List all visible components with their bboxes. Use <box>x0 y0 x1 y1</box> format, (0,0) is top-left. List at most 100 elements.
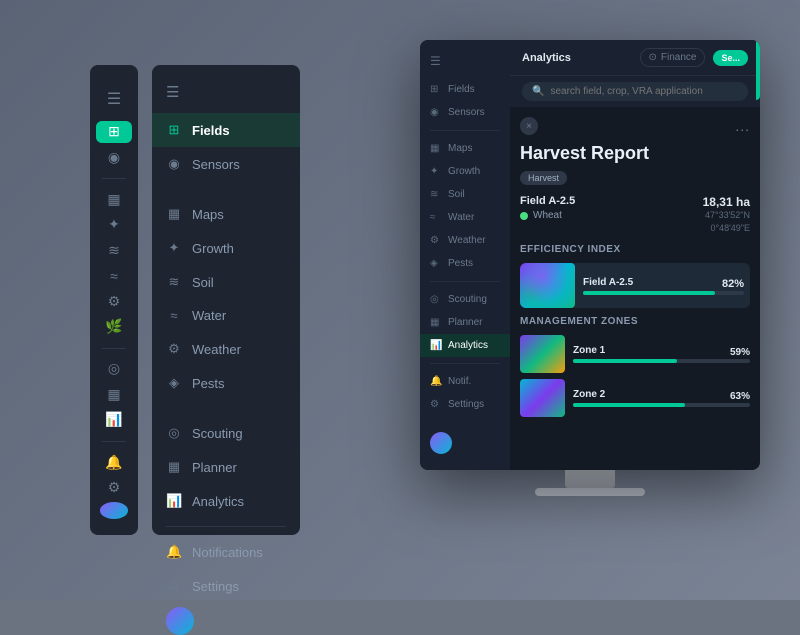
sidebar-item-notifications[interactable]: 🔔 Notifications <box>152 535 300 569</box>
avatar-expanded[interactable] <box>166 607 194 635</box>
field-left: Field A-2.5 Wheat <box>520 195 575 221</box>
finance-icon: ⊙ <box>649 52 657 63</box>
app-nav-label-analytics: Analytics <box>448 340 488 351</box>
more-options-button[interactable]: ... <box>735 118 750 134</box>
sidebar-label-planner: Planner <box>192 460 237 475</box>
sidebar-collapsed-growth[interactable]: ✦ <box>96 214 132 236</box>
scouting-icon: ◎ <box>166 425 182 441</box>
app-nav-label-maps: Maps <box>448 143 472 154</box>
monitor-neck <box>565 470 615 488</box>
app-nav-growth[interactable]: ✦ Growth <box>420 160 510 183</box>
sidebar-collapsed-planner[interactable]: ▦ <box>96 384 132 406</box>
app-nav-label-soil: Soil <box>448 189 465 200</box>
crop-dot <box>520 212 528 220</box>
growth-icon: ✦ <box>166 240 182 256</box>
app-nav-fields[interactable]: ⊞ Fields <box>420 78 510 101</box>
app-nav-label-planner: Planner <box>448 317 482 328</box>
notifications-icon: 🔔 <box>166 544 182 560</box>
app-nav-water[interactable]: ≈ Water <box>420 206 510 229</box>
sidebar-collapsed-water[interactable]: ≈ <box>96 265 132 287</box>
app-main-content: Analytics ⊙ Finance Se... 🔍 <box>510 40 760 470</box>
coords-line1: 47°33'52"N <box>705 210 750 220</box>
search-box: 🔍 <box>522 82 748 101</box>
sidebar-item-analytics[interactable]: 📊 Analytics <box>152 484 300 518</box>
app-nav-analytics[interactable]: 📊 Analytics <box>420 334 510 357</box>
sidebar-item-sensors[interactable]: ◉ Sensors <box>152 147 300 181</box>
close-button[interactable]: × <box>520 117 538 135</box>
divider-2 <box>102 348 126 349</box>
app-notifications-icon: 🔔 <box>430 376 442 387</box>
zone-progress-fill-0 <box>573 359 677 363</box>
sidebar-collapsed-scouting[interactable]: ◎ <box>96 358 132 380</box>
finance-button[interactable]: ⊙ Finance <box>640 48 706 67</box>
gem-visual <box>520 263 575 308</box>
crop-name: Wheat <box>533 210 562 221</box>
app-header-title: Analytics <box>522 52 571 64</box>
sidebar-item-water[interactable]: ≈ Water <box>152 299 300 332</box>
menu-icon-collapsed[interactable]: ☰ <box>99 81 129 117</box>
sidebar-expanded: ☰ ⊞ Fields ◉ Sensors ▦ Maps ✦ Growth ≋ S… <box>152 65 300 535</box>
sidebar-label-notifications: Notifications <box>192 545 263 560</box>
divider-1 <box>102 178 126 179</box>
app-nav-pests[interactable]: ◈ Pests <box>420 252 510 275</box>
app-header: Analytics ⊙ Finance Se... <box>510 40 760 76</box>
app-nav-soil[interactable]: ≋ Soil <box>420 183 510 206</box>
app-nav-planner[interactable]: ▦ Planner <box>420 311 510 334</box>
sidebar-item-soil[interactable]: ≋ Soil <box>152 265 300 299</box>
sidebar-item-settings[interactable]: ⚙ Settings <box>152 569 300 603</box>
menu-icon-expanded[interactable]: ☰ <box>152 79 300 113</box>
sidebar-collapsed-notifications[interactable]: 🔔 <box>96 451 132 473</box>
app-nav-maps[interactable]: ▦ Maps <box>420 137 510 160</box>
cta-button[interactable]: Se... <box>713 50 748 66</box>
app-nav-label-notifications: Notif. <box>448 376 471 387</box>
app-nav-notifications[interactable]: 🔔 Notif. <box>420 370 510 393</box>
sidebar-collapsed-weather[interactable]: ⚙ <box>96 291 132 313</box>
sidebar-collapsed-settings[interactable]: ⚙ <box>96 477 132 499</box>
app-nav-weather[interactable]: ⚙ Weather <box>420 229 510 252</box>
sidebar-label-growth: Growth <box>192 241 234 256</box>
sidebar-collapsed-pests[interactable]: 🌿 <box>96 316 132 338</box>
avatar-collapsed[interactable] <box>100 502 128 519</box>
coords-line2: 0°48'49"E <box>710 223 750 233</box>
sidebar-label-water: Water <box>192 308 226 323</box>
monitor: ☰ ⊞ Fields ◉ Sensors ▦ Maps <box>410 40 770 560</box>
sidebar-item-pests[interactable]: ◈ Pests <box>152 366 300 400</box>
app-avatar[interactable] <box>430 432 452 454</box>
sidebar-label-analytics: Analytics <box>192 494 244 509</box>
app-sidebar: ☰ ⊞ Fields ◉ Sensors ▦ Maps <box>420 40 510 470</box>
efficiency-pct-0: 82% <box>722 278 744 290</box>
zone-card-1: Zone 2 63% <box>520 379 750 417</box>
app-nav-scouting[interactable]: ◎ Scouting <box>420 288 510 311</box>
sidebar-collapsed-sensors[interactable]: ◉ <box>96 147 132 169</box>
app-menu-icon[interactable]: ☰ <box>420 50 510 78</box>
sidebar-collapsed-fields[interactable]: ⊞ <box>96 121 132 143</box>
sidebar-collapsed-analytics[interactable]: 📊 <box>96 409 132 431</box>
soil-icon: ≋ <box>166 274 182 290</box>
sidebar-label-soil: Soil <box>192 275 214 290</box>
sidebar-collapsed-maps[interactable]: ▦ <box>96 189 132 211</box>
sidebar-item-planner[interactable]: ▦ Planner <box>152 450 300 484</box>
app-nav-label-weather: Weather <box>448 235 486 246</box>
sidebar-collapsed-soil[interactable]: ≋ <box>96 240 132 262</box>
sidebar-item-scouting[interactable]: ◎ Scouting <box>152 416 300 450</box>
zone-name-0: Zone 1 <box>573 345 605 356</box>
efficiency-field-name-0: Field A-2.5 <box>583 277 633 288</box>
app-nav-sensors[interactable]: ◉ Sensors <box>420 101 510 124</box>
zones-section-title: Management Zones <box>520 316 750 327</box>
app-settings-icon: ⚙ <box>430 399 442 410</box>
sidebar-collapsed: ☰ ⊞ ◉ ▦ ✦ ≋ ≈ ⚙ 🌿 ◎ ▦ 📊 🔔 ⚙ <box>90 65 138 535</box>
app-fields-icon: ⊞ <box>430 84 442 95</box>
zone-progress-fill-1 <box>573 403 685 407</box>
sidebar-item-fields[interactable]: ⊞ Fields <box>152 113 300 147</box>
zone-thumbnail-1 <box>520 379 565 417</box>
monitor-base <box>535 488 645 496</box>
sidebar-item-maps[interactable]: ▦ Maps <box>152 197 300 231</box>
field-name: Field A-2.5 <box>520 195 575 207</box>
search-input[interactable] <box>550 86 738 97</box>
sidebar-item-weather[interactable]: ⚙ Weather <box>152 332 300 366</box>
app-nav-settings[interactable]: ⚙ Settings <box>420 393 510 416</box>
app-screen: ☰ ⊞ Fields ◉ Sensors ▦ Maps <box>420 40 760 470</box>
app-analytics-icon: 📊 <box>430 340 442 351</box>
sidebar-item-growth[interactable]: ✦ Growth <box>152 231 300 265</box>
zone-info-1: Zone 2 63% <box>573 389 750 407</box>
